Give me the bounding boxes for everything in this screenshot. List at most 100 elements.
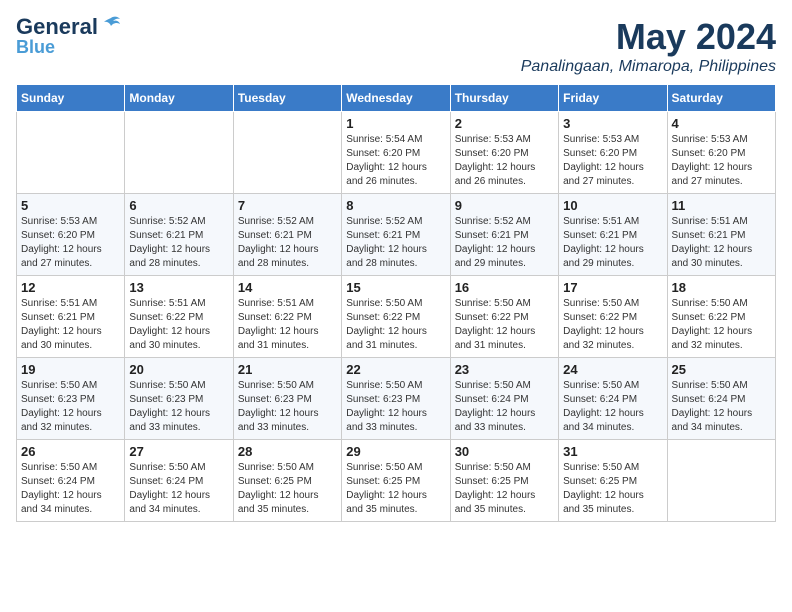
day-number: 4 <box>672 116 771 131</box>
day-info: Sunrise: 5:50 AM Sunset: 6:25 PM Dayligh… <box>563 461 662 517</box>
table-row: 12Sunrise: 5:51 AM Sunset: 6:21 PM Dayli… <box>17 276 125 358</box>
header-wednesday: Wednesday <box>342 85 450 112</box>
table-row: 4 Sunrise: 5:53 AM Sunset: 6:20 PM Daylig… <box>667 112 775 194</box>
day-info: Sunrise: 5:50 AM Sunset: 6:23 PM Dayligh… <box>21 379 120 435</box>
day-info: Sunrise: 5:52 AM Sunset: 6:21 PM Dayligh… <box>238 215 337 271</box>
header-sunday: Sunday <box>17 85 125 112</box>
header-friday: Friday <box>559 85 667 112</box>
month-year-title: May 2024 <box>521 16 776 58</box>
day-info: Sunrise: 5:50 AM Sunset: 6:25 PM Dayligh… <box>238 461 337 517</box>
day-info: Sunrise: 5:53 AM Sunset: 6:20 PM Dayligh… <box>563 133 662 189</box>
day-number: 5 <box>21 198 120 213</box>
day-number: 7 <box>238 198 337 213</box>
day-info: Sunrise: 5:50 AM Sunset: 6:22 PM Dayligh… <box>672 297 771 353</box>
day-info: Sunrise: 5:50 AM Sunset: 6:22 PM Dayligh… <box>563 297 662 353</box>
day-number: 20 <box>129 362 228 377</box>
table-row: 18 Sunrise: 5:50 AM Sunset: 6:22 PM Dayli… <box>667 276 775 358</box>
day-number: 25 <box>672 362 771 377</box>
logo: General Blue <box>16 16 122 56</box>
table-row: 26 Sunrise: 5:50 AM Sunset: 6:24 PM Dayli… <box>17 440 125 522</box>
day-info: Sunrise: 5:50 AM Sunset: 6:24 PM Dayligh… <box>563 379 662 435</box>
table-row: 21Sunrise: 5:50 AM Sunset: 6:23 PM Dayli… <box>233 358 341 440</box>
calendar-table: Sunday Monday Tuesday Wednesday Thursday… <box>16 84 776 522</box>
day-number: 8 <box>346 198 445 213</box>
day-info: Sunrise: 5:52 AM Sunset: 6:21 PM Dayligh… <box>455 215 554 271</box>
day-number: 24 <box>563 362 662 377</box>
table-row <box>233 112 341 194</box>
day-number: 19 <box>21 362 120 377</box>
page-header: General Blue May 2024 Panalingaan, Mimar… <box>16 16 776 76</box>
table-row: 9Sunrise: 5:52 AM Sunset: 6:21 PM Daylig… <box>450 194 558 276</box>
table-row: 16 Sunrise: 5:50 AM Sunset: 6:22 PM Dayli… <box>450 276 558 358</box>
table-row: 28 Sunrise: 5:50 AM Sunset: 6:25 PM Dayli… <box>233 440 341 522</box>
calendar-week-row: 1 Sunrise: 5:54 AM Sunset: 6:20 PM Daylig… <box>17 112 776 194</box>
table-row: 5Sunrise: 5:53 AM Sunset: 6:20 PM Daylig… <box>17 194 125 276</box>
calendar-header-row: Sunday Monday Tuesday Wednesday Thursday… <box>17 85 776 112</box>
day-number: 18 <box>672 280 771 295</box>
day-info: Sunrise: 5:53 AM Sunset: 6:20 PM Dayligh… <box>455 133 554 189</box>
day-number: 1 <box>346 116 445 131</box>
day-number: 26 <box>21 444 120 459</box>
table-row: 13Sunrise: 5:51 AM Sunset: 6:22 PM Dayli… <box>125 276 233 358</box>
calendar-week-row: 26 Sunrise: 5:50 AM Sunset: 6:24 PM Dayli… <box>17 440 776 522</box>
table-row: 23 Sunrise: 5:50 AM Sunset: 6:24 PM Dayli… <box>450 358 558 440</box>
day-info: Sunrise: 5:52 AM Sunset: 6:21 PM Dayligh… <box>129 215 228 271</box>
day-info: Sunrise: 5:50 AM Sunset: 6:24 PM Dayligh… <box>129 461 228 517</box>
day-number: 28 <box>238 444 337 459</box>
day-info: Sunrise: 5:50 AM Sunset: 6:24 PM Dayligh… <box>672 379 771 435</box>
day-number: 30 <box>455 444 554 459</box>
logo-general: General <box>16 16 98 38</box>
day-info: Sunrise: 5:50 AM Sunset: 6:23 PM Dayligh… <box>346 379 445 435</box>
day-number: 10 <box>563 198 662 213</box>
table-row: 7 Sunrise: 5:52 AM Sunset: 6:21 PM Daylig… <box>233 194 341 276</box>
table-row: 1 Sunrise: 5:54 AM Sunset: 6:20 PM Daylig… <box>342 112 450 194</box>
day-info: Sunrise: 5:51 AM Sunset: 6:22 PM Dayligh… <box>238 297 337 353</box>
day-info: Sunrise: 5:50 AM Sunset: 6:24 PM Dayligh… <box>21 461 120 517</box>
day-number: 2 <box>455 116 554 131</box>
header-saturday: Saturday <box>667 85 775 112</box>
table-row: 29Sunrise: 5:50 AM Sunset: 6:25 PM Dayli… <box>342 440 450 522</box>
table-row: 25 Sunrise: 5:50 AM Sunset: 6:24 PM Dayli… <box>667 358 775 440</box>
day-info: Sunrise: 5:51 AM Sunset: 6:21 PM Dayligh… <box>672 215 771 271</box>
header-tuesday: Tuesday <box>233 85 341 112</box>
calendar-week-row: 12Sunrise: 5:51 AM Sunset: 6:21 PM Dayli… <box>17 276 776 358</box>
day-info: Sunrise: 5:50 AM Sunset: 6:25 PM Dayligh… <box>346 461 445 517</box>
day-info: Sunrise: 5:54 AM Sunset: 6:20 PM Dayligh… <box>346 133 445 189</box>
table-row: 30Sunrise: 5:50 AM Sunset: 6:25 PM Dayli… <box>450 440 558 522</box>
table-row: 10 Sunrise: 5:51 AM Sunset: 6:21 PM Dayli… <box>559 194 667 276</box>
day-info: Sunrise: 5:50 AM Sunset: 6:24 PM Dayligh… <box>455 379 554 435</box>
logo-bird-icon <box>100 14 122 36</box>
title-block: May 2024 Panalingaan, Mimaropa, Philippi… <box>521 16 776 76</box>
table-row: 14 Sunrise: 5:51 AM Sunset: 6:22 PM Dayli… <box>233 276 341 358</box>
day-number: 6 <box>129 198 228 213</box>
day-info: Sunrise: 5:51 AM Sunset: 6:21 PM Dayligh… <box>563 215 662 271</box>
table-row: 20Sunrise: 5:50 AM Sunset: 6:23 PM Dayli… <box>125 358 233 440</box>
day-number: 14 <box>238 280 337 295</box>
day-info: Sunrise: 5:52 AM Sunset: 6:21 PM Dayligh… <box>346 215 445 271</box>
header-thursday: Thursday <box>450 85 558 112</box>
day-number: 16 <box>455 280 554 295</box>
table-row: 2 Sunrise: 5:53 AM Sunset: 6:20 PM Daylig… <box>450 112 558 194</box>
day-number: 12 <box>21 280 120 295</box>
table-row: 31Sunrise: 5:50 AM Sunset: 6:25 PM Dayli… <box>559 440 667 522</box>
table-row: 27 Sunrise: 5:50 AM Sunset: 6:24 PM Dayli… <box>125 440 233 522</box>
table-row <box>17 112 125 194</box>
table-row: 24 Sunrise: 5:50 AM Sunset: 6:24 PM Dayli… <box>559 358 667 440</box>
day-number: 23 <box>455 362 554 377</box>
day-number: 27 <box>129 444 228 459</box>
day-number: 11 <box>672 198 771 213</box>
location-subtitle: Panalingaan, Mimaropa, Philippines <box>521 58 776 76</box>
day-info: Sunrise: 5:50 AM Sunset: 6:22 PM Dayligh… <box>346 297 445 353</box>
header-monday: Monday <box>125 85 233 112</box>
day-info: Sunrise: 5:53 AM Sunset: 6:20 PM Dayligh… <box>672 133 771 189</box>
table-row: 17 Sunrise: 5:50 AM Sunset: 6:22 PM Dayli… <box>559 276 667 358</box>
day-number: 17 <box>563 280 662 295</box>
day-info: Sunrise: 5:50 AM Sunset: 6:22 PM Dayligh… <box>455 297 554 353</box>
table-row: 19 Sunrise: 5:50 AM Sunset: 6:23 PM Dayli… <box>17 358 125 440</box>
table-row: 15Sunrise: 5:50 AM Sunset: 6:22 PM Dayli… <box>342 276 450 358</box>
table-row: 6 Sunrise: 5:52 AM Sunset: 6:21 PM Daylig… <box>125 194 233 276</box>
day-info: Sunrise: 5:51 AM Sunset: 6:22 PM Dayligh… <box>129 297 228 353</box>
calendar-week-row: 5Sunrise: 5:53 AM Sunset: 6:20 PM Daylig… <box>17 194 776 276</box>
day-info: Sunrise: 5:50 AM Sunset: 6:23 PM Dayligh… <box>238 379 337 435</box>
logo-blue-text: Blue <box>16 38 55 56</box>
